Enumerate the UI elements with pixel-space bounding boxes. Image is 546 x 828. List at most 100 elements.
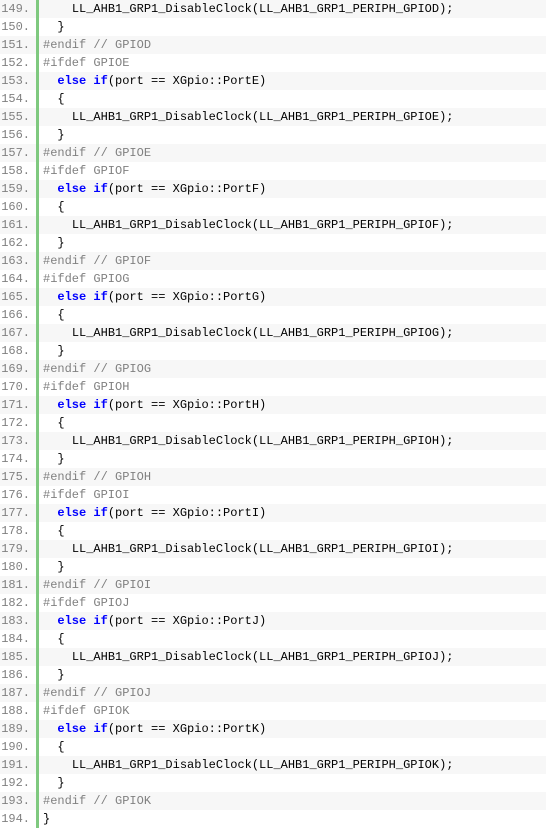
code-line[interactable]: 182.#ifdef GPIOJ [0, 594, 546, 612]
code-content[interactable]: } [39, 450, 65, 468]
code-content[interactable]: } [39, 558, 65, 576]
code-content[interactable]: #endif // GPIOI [39, 576, 151, 594]
code-content[interactable]: #endif // GPIOG [39, 360, 151, 378]
code-content[interactable]: LL_AHB1_GRP1_DisableClock(LL_AHB1_GRP1_P… [39, 0, 453, 18]
code-line[interactable]: 151.#endif // GPIOD [0, 36, 546, 54]
line-number: 165. [0, 288, 36, 306]
code-line[interactable]: 166. { [0, 306, 546, 324]
code-content[interactable]: { [39, 306, 65, 324]
code-content[interactable]: else if(port == XGpio::PortK) [39, 720, 266, 738]
code-line[interactable]: 157.#endif // GPIOE [0, 144, 546, 162]
code-content[interactable]: LL_AHB1_GRP1_DisableClock(LL_AHB1_GRP1_P… [39, 540, 453, 558]
code-line[interactable]: 159. else if(port == XGpio::PortF) [0, 180, 546, 198]
code-line[interactable]: 168. } [0, 342, 546, 360]
line-number: 192. [0, 774, 36, 792]
code-content[interactable]: } [39, 126, 65, 144]
code-line[interactable]: 158.#ifdef GPIOF [0, 162, 546, 180]
code-line[interactable]: 171. else if(port == XGpio::PortH) [0, 396, 546, 414]
code-line[interactable]: 152.#ifdef GPIOE [0, 54, 546, 72]
code-line[interactable]: 188.#ifdef GPIOK [0, 702, 546, 720]
code-content[interactable]: LL_AHB1_GRP1_DisableClock(LL_AHB1_GRP1_P… [39, 108, 453, 126]
code-line[interactable]: 156. } [0, 126, 546, 144]
code-content[interactable]: #ifdef GPIOK [39, 702, 129, 720]
code-content[interactable]: #ifdef GPIOG [39, 270, 129, 288]
code-content[interactable]: } [39, 666, 65, 684]
code-content[interactable]: { [39, 630, 65, 648]
code-line[interactable]: 181.#endif // GPIOI [0, 576, 546, 594]
code-content[interactable]: else if(port == XGpio::PortJ) [39, 612, 266, 630]
code-line[interactable]: 178. { [0, 522, 546, 540]
code-content[interactable]: #endif // GPIOF [39, 252, 151, 270]
code-content[interactable]: #endif // GPIOJ [39, 684, 151, 702]
code-line[interactable]: 153. else if(port == XGpio::PortE) [0, 72, 546, 90]
code-content[interactable]: } [39, 774, 65, 792]
code-content[interactable]: else if(port == XGpio::PortH) [39, 396, 266, 414]
code-content[interactable]: { [39, 198, 65, 216]
code-line[interactable]: 161. LL_AHB1_GRP1_DisableClock(LL_AHB1_G… [0, 216, 546, 234]
code-content[interactable]: { [39, 738, 65, 756]
code-line[interactable]: 160. { [0, 198, 546, 216]
code-line[interactable]: 184. { [0, 630, 546, 648]
code-line[interactable]: 191. LL_AHB1_GRP1_DisableClock(LL_AHB1_G… [0, 756, 546, 774]
line-number: 170. [0, 378, 36, 396]
code-content[interactable]: } [39, 18, 65, 36]
code-line[interactable]: 175.#endif // GPIOH [0, 468, 546, 486]
code-line[interactable]: 149. LL_AHB1_GRP1_DisableClock(LL_AHB1_G… [0, 0, 546, 18]
code-content[interactable]: #endif // GPIOE [39, 144, 151, 162]
code-content[interactable]: #ifdef GPIOF [39, 162, 129, 180]
code-content[interactable]: LL_AHB1_GRP1_DisableClock(LL_AHB1_GRP1_P… [39, 648, 453, 666]
code-content[interactable]: } [39, 342, 65, 360]
line-number: 163. [0, 252, 36, 270]
code-content[interactable]: { [39, 522, 65, 540]
code-content[interactable]: #endif // GPIOH [39, 468, 151, 486]
code-content[interactable]: #ifdef GPIOH [39, 378, 129, 396]
code-content[interactable]: { [39, 414, 65, 432]
code-line[interactable]: 163.#endif // GPIOF [0, 252, 546, 270]
code-viewer[interactable]: 149. LL_AHB1_GRP1_DisableClock(LL_AHB1_G… [0, 0, 546, 828]
line-number: 174. [0, 450, 36, 468]
code-content[interactable]: else if(port == XGpio::PortF) [39, 180, 266, 198]
code-line[interactable]: 194.} [0, 810, 546, 828]
code-content[interactable]: LL_AHB1_GRP1_DisableClock(LL_AHB1_GRP1_P… [39, 216, 453, 234]
line-number: 180. [0, 558, 36, 576]
code-line[interactable]: 192. } [0, 774, 546, 792]
code-line[interactable]: 165. else if(port == XGpio::PortG) [0, 288, 546, 306]
code-content[interactable]: #ifdef GPIOJ [39, 594, 129, 612]
code-line[interactable]: 189. else if(port == XGpio::PortK) [0, 720, 546, 738]
code-line[interactable]: 154. { [0, 90, 546, 108]
code-content[interactable]: LL_AHB1_GRP1_DisableClock(LL_AHB1_GRP1_P… [39, 756, 453, 774]
code-content[interactable]: { [39, 90, 65, 108]
code-line[interactable]: 180. } [0, 558, 546, 576]
code-line[interactable]: 183. else if(port == XGpio::PortJ) [0, 612, 546, 630]
code-line[interactable]: 162. } [0, 234, 546, 252]
code-content[interactable]: else if(port == XGpio::PortI) [39, 504, 266, 522]
code-content[interactable]: #endif // GPIOD [39, 36, 151, 54]
code-line[interactable]: 193.#endif // GPIOK [0, 792, 546, 810]
code-line[interactable]: 185. LL_AHB1_GRP1_DisableClock(LL_AHB1_G… [0, 648, 546, 666]
line-number: 184. [0, 630, 36, 648]
code-line[interactable]: 169.#endif // GPIOG [0, 360, 546, 378]
code-line[interactable]: 173. LL_AHB1_GRP1_DisableClock(LL_AHB1_G… [0, 432, 546, 450]
code-line[interactable]: 172. { [0, 414, 546, 432]
code-line[interactable]: 186. } [0, 666, 546, 684]
code-content[interactable]: } [39, 234, 65, 252]
code-content[interactable]: } [39, 810, 50, 828]
code-line[interactable]: 177. else if(port == XGpio::PortI) [0, 504, 546, 522]
code-content[interactable]: else if(port == XGpio::PortE) [39, 72, 266, 90]
code-content[interactable]: LL_AHB1_GRP1_DisableClock(LL_AHB1_GRP1_P… [39, 432, 453, 450]
code-content[interactable]: #endif // GPIOK [39, 792, 151, 810]
code-content[interactable]: #ifdef GPIOI [39, 486, 129, 504]
code-line[interactable]: 155. LL_AHB1_GRP1_DisableClock(LL_AHB1_G… [0, 108, 546, 126]
code-line[interactable]: 167. LL_AHB1_GRP1_DisableClock(LL_AHB1_G… [0, 324, 546, 342]
code-line[interactable]: 179. LL_AHB1_GRP1_DisableClock(LL_AHB1_G… [0, 540, 546, 558]
code-content[interactable]: #ifdef GPIOE [39, 54, 129, 72]
code-line[interactable]: 170.#ifdef GPIOH [0, 378, 546, 396]
code-content[interactable]: LL_AHB1_GRP1_DisableClock(LL_AHB1_GRP1_P… [39, 324, 453, 342]
code-line[interactable]: 176.#ifdef GPIOI [0, 486, 546, 504]
code-line[interactable]: 174. } [0, 450, 546, 468]
code-line[interactable]: 150. } [0, 18, 546, 36]
code-line[interactable]: 164.#ifdef GPIOG [0, 270, 546, 288]
code-line[interactable]: 187.#endif // GPIOJ [0, 684, 546, 702]
code-content[interactable]: else if(port == XGpio::PortG) [39, 288, 266, 306]
code-line[interactable]: 190. { [0, 738, 546, 756]
